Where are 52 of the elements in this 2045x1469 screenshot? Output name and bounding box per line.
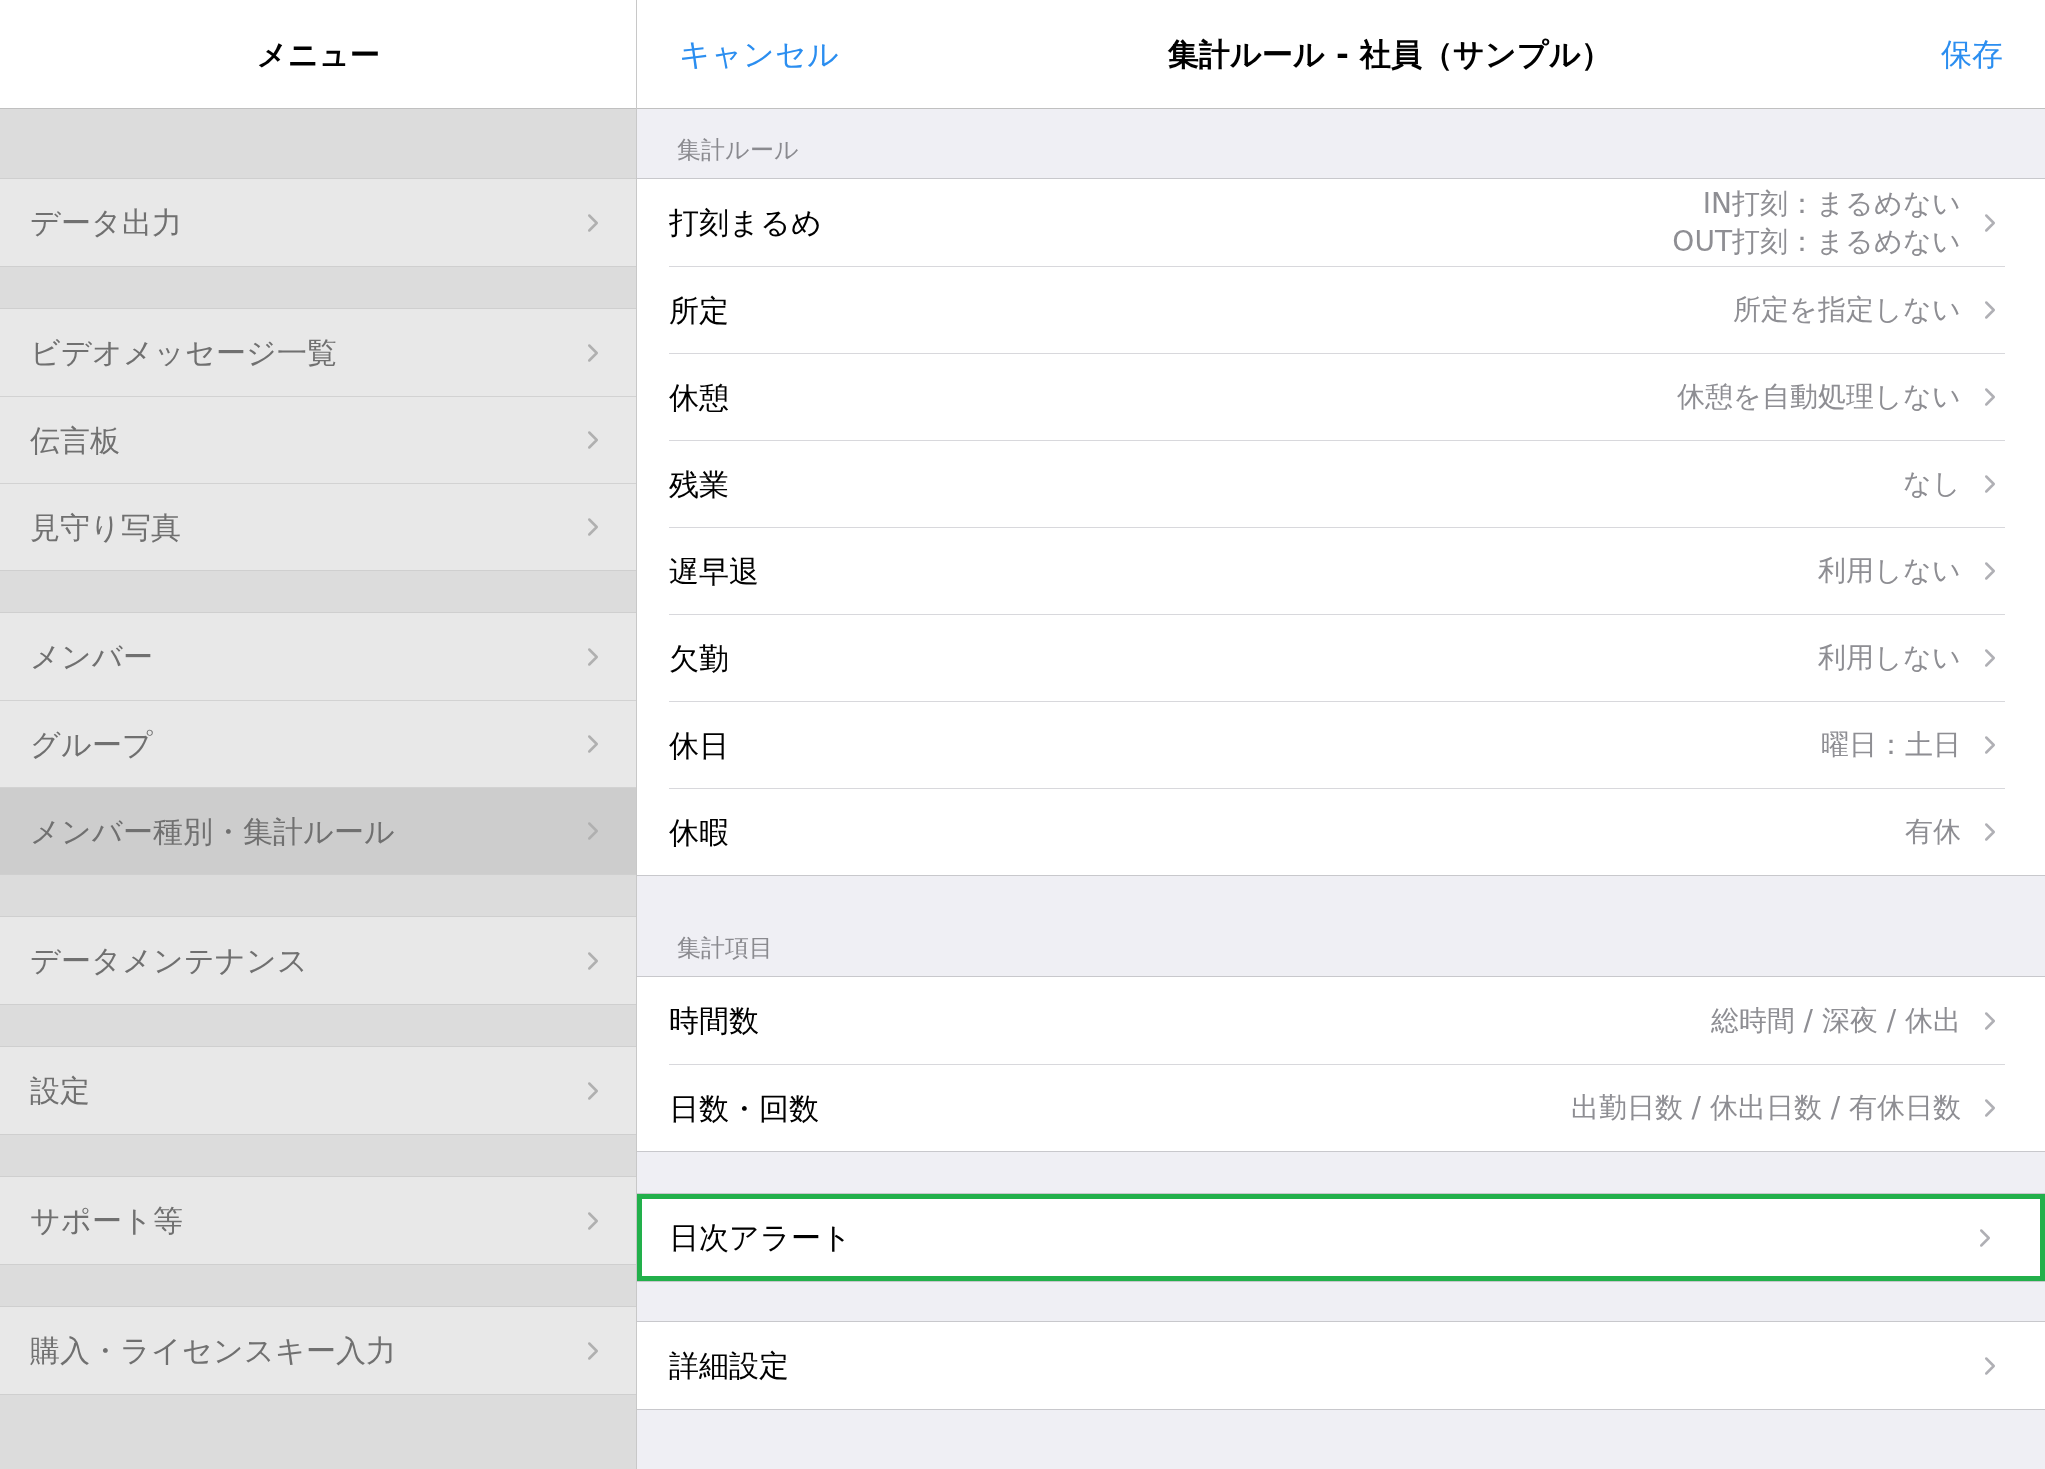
row-label: 日数・回数	[669, 1089, 820, 1128]
row-value: 有休	[1905, 814, 1961, 850]
row-label: 所定	[669, 291, 730, 330]
row-label: 遅早退	[669, 552, 760, 591]
menu-item[interactable]: グループ	[0, 700, 636, 787]
menu-item[interactable]: 伝言板	[0, 396, 636, 483]
row-label: 休暇	[669, 813, 730, 852]
menu-item[interactable]: ビデオメッセージ一覧	[0, 309, 636, 396]
row-value: 総時間 / 深夜 / 休出	[1710, 1002, 1961, 1039]
row-value: OUT打刻：まるめない	[1672, 223, 1961, 260]
detail-title: 集計ルール - 社員（サンプル）	[1167, 34, 1613, 74]
cancel-button[interactable]: キャンセル	[679, 30, 839, 78]
settings-row[interactable]: 休憩 休憩を自動処理しない	[637, 353, 2045, 440]
settings-row[interactable]: 日数・回数 出勤日数 / 休出日数 / 有休日数	[637, 1064, 2045, 1151]
menu-item[interactable]: サポート等	[0, 1177, 636, 1264]
settings-row[interactable]: 時間数 総時間 / 深夜 / 休出	[637, 977, 2045, 1064]
menu-item[interactable]: 購入・ライセンスキー入力	[0, 1307, 636, 1394]
row-value: 休憩を自動処理しない	[1677, 379, 1961, 415]
row-label: 打刻まるめ	[669, 204, 823, 242]
row-value: 所定を指定しない	[1733, 292, 1961, 328]
settings-row[interactable]: 休日 曜日：土日	[637, 701, 2045, 788]
row-value: なし	[1903, 466, 1961, 502]
section-header: 集計ルール	[677, 135, 799, 166]
save-button[interactable]: 保存	[1941, 30, 2003, 78]
settings-row[interactable]: 残業 なし	[637, 440, 2045, 527]
row-value: 利用しない	[1818, 553, 1961, 589]
settings-row[interactable]: 所定 所定を指定しない	[637, 266, 2045, 353]
row-label: 時間数	[669, 1002, 760, 1040]
row-label: 残業	[669, 465, 730, 504]
row-value: 曜日：土日	[1821, 727, 1961, 763]
settings-row[interactable]: 日次アラート	[637, 1194, 2045, 1281]
settings-row[interactable]: 詳細設定	[637, 1322, 2045, 1409]
row-label: 詳細設定	[669, 1347, 790, 1385]
menu-item[interactable]: 見守り写真	[0, 483, 636, 570]
row-value: 出勤日数 / 休出日数 / 有休日数	[1570, 1090, 1961, 1126]
settings-row[interactable]: 打刻まるめ IN打刻：まるめない OUT打刻：まるめない	[637, 179, 2045, 266]
menu-item[interactable]: メンバー種別・集計ルール	[0, 787, 636, 874]
menu-item[interactable]: データメンテナンス	[0, 917, 636, 1004]
settings-row[interactable]: 遅早退 利用しない	[637, 527, 2045, 614]
menu-item[interactable]: 設定	[0, 1047, 636, 1134]
row-label: 休憩	[669, 378, 730, 417]
row-label: 欠勤	[669, 639, 730, 678]
row-value: 利用しない	[1818, 640, 1961, 676]
settings-row[interactable]: 欠勤 利用しない	[637, 614, 2045, 701]
settings-row[interactable]: 休暇 有休	[637, 788, 2045, 875]
row-value: IN打刻：まるめない	[1702, 185, 1961, 222]
menu-item[interactable]: データ出力	[0, 179, 636, 266]
row-label: 休日	[669, 726, 730, 765]
row-label: 日次アラート	[669, 1219, 853, 1257]
menu-title: メニュー	[256, 35, 380, 74]
section-header: 集計項目	[677, 933, 773, 964]
menu-item[interactable]: メンバー	[0, 613, 636, 700]
